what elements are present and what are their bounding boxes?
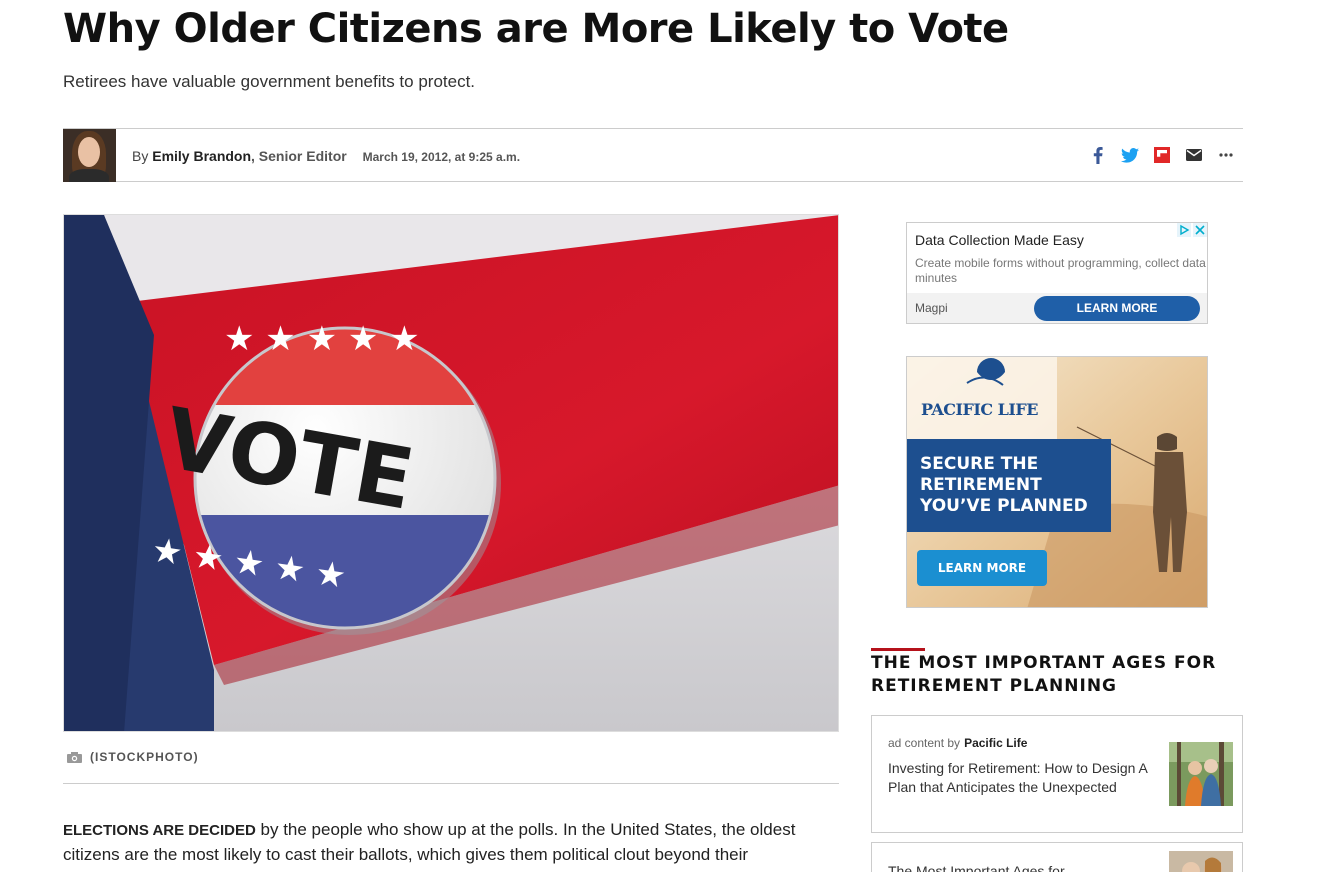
section-accent-rule [871, 648, 925, 651]
sidebar-section-title[interactable]: THE MOST IMPORTANT AGES FOR RETIREMENT P… [871, 652, 1243, 698]
twitter-icon[interactable] [1121, 146, 1139, 164]
publish-date: March 19, 2012, at 9:25 a.m. [362, 150, 521, 164]
caption-divider [63, 783, 839, 784]
article-subhead: Retirees have valuable government benefi… [63, 72, 476, 91]
image-caption: (ISTOCKPHOTO) [67, 750, 199, 764]
card-meta: ad content by Pacific Life [888, 736, 1027, 750]
byline: By Emily Brandon, Senior Editor March 19… [132, 148, 520, 164]
sponsored-card[interactable]: ad content by Pacific Life Investing for … [871, 715, 1243, 833]
display-ad[interactable]: PACIFIC LIFE SECURE THE RETIREMENT YOU’V… [906, 356, 1208, 608]
card-title-link[interactable]: Investing for Retirement: How to Design … [888, 759, 1158, 797]
ad-title[interactable]: Data Collection Made Easy [915, 232, 1084, 248]
ad-description: Create mobile forms without programming,… [915, 256, 1206, 285]
article-headline: Why Older Citizens are More Likely to Vo… [63, 6, 1009, 52]
ad-learn-more-button-2[interactable]: LEARN MORE [917, 550, 1047, 586]
svg-text:★ ★ ★ ★ ★: ★ ★ ★ ★ ★ [224, 319, 420, 359]
ad-content-label: ad content by [888, 736, 961, 750]
sponsor-name: Pacific Life [964, 736, 1028, 750]
flipboard-icon[interactable] [1153, 146, 1171, 164]
byline-prefix: By [132, 148, 153, 164]
author-avatar[interactable] [63, 129, 116, 182]
email-icon[interactable] [1185, 146, 1203, 164]
ad-headline: SECURE THE RETIREMENT YOU’VE PLANNED [920, 454, 1088, 516]
lead-caps: ELECTIONS ARE DECIDED [63, 822, 256, 839]
ad-headline-panel: SECURE THE RETIREMENT YOU’VE PLANNED [907, 439, 1111, 532]
card-thumbnail-2[interactable] [1169, 851, 1233, 872]
hero-image: ★ ★ ★ ★ ★ VOTE ★ ★ ★ ★ ★ [63, 214, 839, 732]
facebook-icon[interactable] [1089, 146, 1107, 164]
close-ad-icon [1193, 223, 1207, 237]
card-thumbnail[interactable] [1169, 742, 1233, 806]
more-icon[interactable] [1217, 146, 1235, 164]
adchoices-icon[interactable] [1175, 223, 1207, 239]
ad-learn-more-button[interactable]: LEARN MORE [1034, 296, 1200, 321]
share-bar [1089, 146, 1235, 164]
article-lead-paragraph: ELECTIONS ARE DECIDED by the people who … [63, 818, 839, 867]
article-card[interactable]: The Most Important Ages for [871, 842, 1243, 872]
card-title-link-2[interactable]: The Most Important Ages for [888, 862, 1158, 872]
byline-bar: By Emily Brandon, Senior Editor March 19… [63, 128, 1243, 182]
pacific-life-logo: PACIFIC LIFE [921, 400, 1038, 419]
ad-brand: Magpi [915, 301, 948, 315]
author-name-link[interactable]: Emily Brandon [152, 148, 251, 164]
ad-footer: Magpi LEARN MORE [907, 293, 1207, 323]
caption-text: (ISTOCKPHOTO) [90, 750, 199, 764]
author-title: , Senior Editor [251, 148, 347, 164]
text-ad[interactable]: Data Collection Made Easy Create mobile … [906, 222, 1208, 324]
camera-icon [67, 751, 82, 763]
